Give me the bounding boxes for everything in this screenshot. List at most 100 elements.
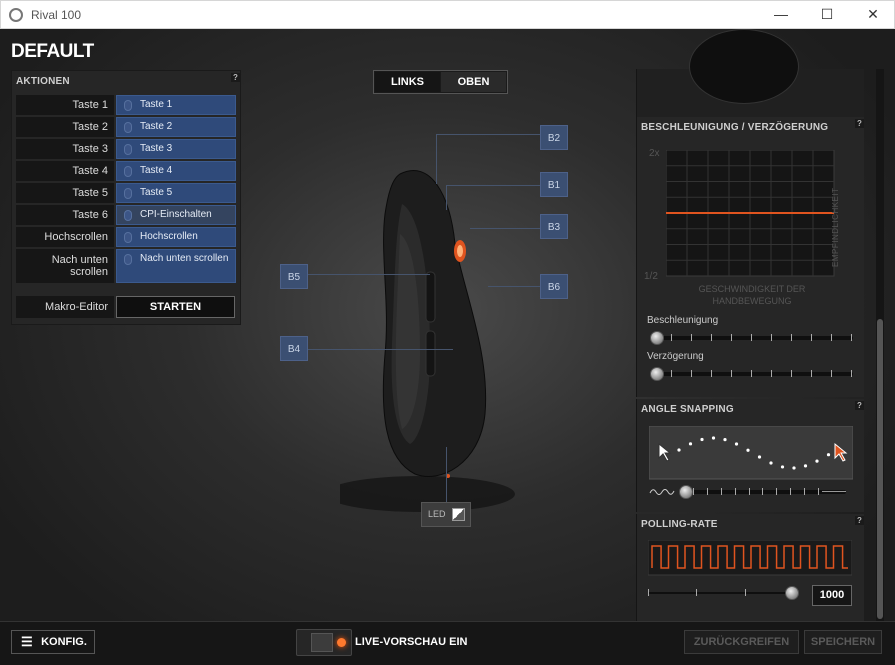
y-axis-label: EMPFINDLICHKEIT <box>831 187 840 267</box>
action-assignment-label: Taste 4 <box>140 165 173 176</box>
actions-help-icon[interactable]: ? <box>231 73 240 82</box>
tab-left-view[interactable]: LINKS <box>375 72 440 92</box>
slider-tick <box>811 370 812 377</box>
app-icon <box>9 8 23 22</box>
action-row-label: Nach unten scrollen <box>16 249 114 283</box>
action-assignment-label: Nach unten scrollen <box>140 253 229 264</box>
mouse-button-b1[interactable]: B1 <box>540 172 568 197</box>
x-axis-label-1: GESCHWINDIGKEIT DER <box>698 284 806 294</box>
polling-rate-value[interactable]: 1000 <box>812 585 852 606</box>
action-assignment-button[interactable]: Nach unten scrollen <box>116 249 236 283</box>
slider-tick <box>831 370 832 377</box>
maximize-button[interactable]: ☐ <box>804 1 850 29</box>
led-button[interactable]: LED <box>421 502 471 527</box>
action-assignment-button[interactable]: Taste 2 <box>116 117 236 137</box>
live-preview-label: LIVE-VORSCHAU EIN <box>355 636 468 648</box>
acceleration-slider-track[interactable] <box>651 336 853 340</box>
slider-tick <box>851 334 852 341</box>
mouse-button-b3[interactable]: B3 <box>540 214 568 239</box>
slider-tick <box>776 488 778 495</box>
polling-rate-help-icon[interactable]: ? <box>855 516 864 525</box>
action-row: Taste 5 Taste 5 <box>16 183 236 203</box>
live-indicator-icon <box>337 638 346 647</box>
mouse-button-b4[interactable]: B4 <box>280 336 308 361</box>
toggle-grip <box>311 633 333 652</box>
slider-tick <box>696 589 698 596</box>
save-button[interactable]: SPEICHERN <box>804 630 882 654</box>
slider-tick <box>831 334 832 341</box>
slider-tick <box>711 370 712 377</box>
angle-snapping-slider-knob[interactable] <box>679 485 693 499</box>
config-button-label: KONFIG. <box>41 636 87 648</box>
polling-rate-panel: POLLING-RATE ? 1000 <box>636 514 864 621</box>
mouse-button-b5[interactable]: B5 <box>280 264 308 289</box>
slider-tick <box>693 488 694 495</box>
cpi-dial[interactable] <box>689 29 799 104</box>
action-assignment-label: Taste 2 <box>140 121 173 132</box>
slider-tick <box>791 370 792 377</box>
acceleration-panel: BESCHLEUNIGUNG / VERZÖGERUNG ? 2x 1/2 EM… <box>636 117 864 397</box>
y-bottom-label: 1/2 <box>644 271 658 282</box>
polling-wave-preview <box>648 540 852 576</box>
slider-tick <box>771 370 772 377</box>
action-assignment-button[interactable]: Taste 3 <box>116 139 236 159</box>
mouse-button-b6[interactable]: B6 <box>540 274 568 299</box>
minimize-button[interactable]: — <box>758 1 804 29</box>
angle-snapping-help-icon[interactable]: ? <box>855 401 864 410</box>
action-row: Taste 2 Taste 2 <box>16 117 236 137</box>
mouse-image <box>340 170 515 512</box>
config-button[interactable]: ☰ KONFIG. <box>11 630 95 654</box>
profile-title: DEFAULT <box>11 41 94 62</box>
mouse-button-icon <box>124 144 132 155</box>
slider-tick <box>734 488 736 495</box>
slider-tick <box>731 334 732 341</box>
action-row-label: Taste 1 <box>16 95 114 115</box>
straight-line-icon <box>822 491 846 492</box>
action-row-label: Taste 3 <box>16 139 114 159</box>
scrollbar-thumb[interactable] <box>877 319 883 619</box>
deceleration-slider-track[interactable] <box>651 372 853 376</box>
slider-tick <box>731 370 732 377</box>
angle-snapping-preview <box>649 426 853 480</box>
actions-title: AKTIONEN <box>16 76 70 87</box>
window-title: Rival 100 <box>31 8 82 22</box>
action-row-label: Taste 6 <box>16 205 114 225</box>
angle-snapping-title: ANGLE SNAPPING <box>641 404 734 415</box>
actions-panel: AKTIONEN ? Taste 1 Taste 1 Taste 2 Taste 2T… <box>11 70 241 325</box>
acceleration-help-icon[interactable]: ? <box>855 119 864 128</box>
action-assignment-button[interactable]: Hochscrollen <box>116 227 236 247</box>
mouse-button-icon <box>124 254 132 265</box>
mouse-button-b2[interactable]: B2 <box>540 125 568 150</box>
angle-snapping-panel: ANGLE SNAPPING ? <box>636 399 864 512</box>
acceleration-slider-knob[interactable] <box>650 331 664 345</box>
action-assignment-label: Hochscrollen <box>140 231 198 242</box>
polling-rate-title: POLLING-RATE <box>641 519 718 530</box>
action-assignment-button[interactable]: Taste 5 <box>116 183 236 203</box>
deceleration-slider-knob[interactable] <box>650 367 664 381</box>
close-button[interactable]: ✕ <box>850 1 895 29</box>
mouse-button-icon <box>124 188 132 199</box>
slider-tick <box>691 370 692 377</box>
acceleration-graph <box>666 150 835 277</box>
led-color-swatch[interactable] <box>452 508 465 521</box>
macro-start-button[interactable]: STARTEN <box>116 296 235 318</box>
action-assignment-button[interactable]: Taste 4 <box>116 161 236 181</box>
title-bar: Rival 100 — ☐ ✕ <box>0 0 895 29</box>
tab-top-view[interactable]: OBEN <box>441 72 506 92</box>
slider-tick <box>720 488 722 495</box>
live-preview-toggle[interactable] <box>296 629 352 656</box>
slider-tick <box>748 488 750 495</box>
slider-tick <box>804 488 806 495</box>
macro-editor-label: Makro-Editor <box>16 296 114 318</box>
action-row: Nach unten scrollen Nach unten scrollen <box>16 249 236 283</box>
action-assignment-button[interactable]: CPI-Einschalten <box>116 205 236 225</box>
revert-button[interactable]: ZURÜCKGREIFEN <box>684 630 799 654</box>
acceleration-label: Beschleunigung <box>647 315 719 326</box>
polling-slider-knob[interactable] <box>785 586 799 600</box>
right-scrollbar[interactable] <box>876 69 884 621</box>
polling-slider-track[interactable] <box>648 592 798 594</box>
mouse-button-icon <box>124 232 132 243</box>
action-assignment-button[interactable]: Taste 1 <box>116 95 236 115</box>
action-row-label: Taste 4 <box>16 161 114 181</box>
menu-list-icon: ☰ <box>21 634 33 649</box>
